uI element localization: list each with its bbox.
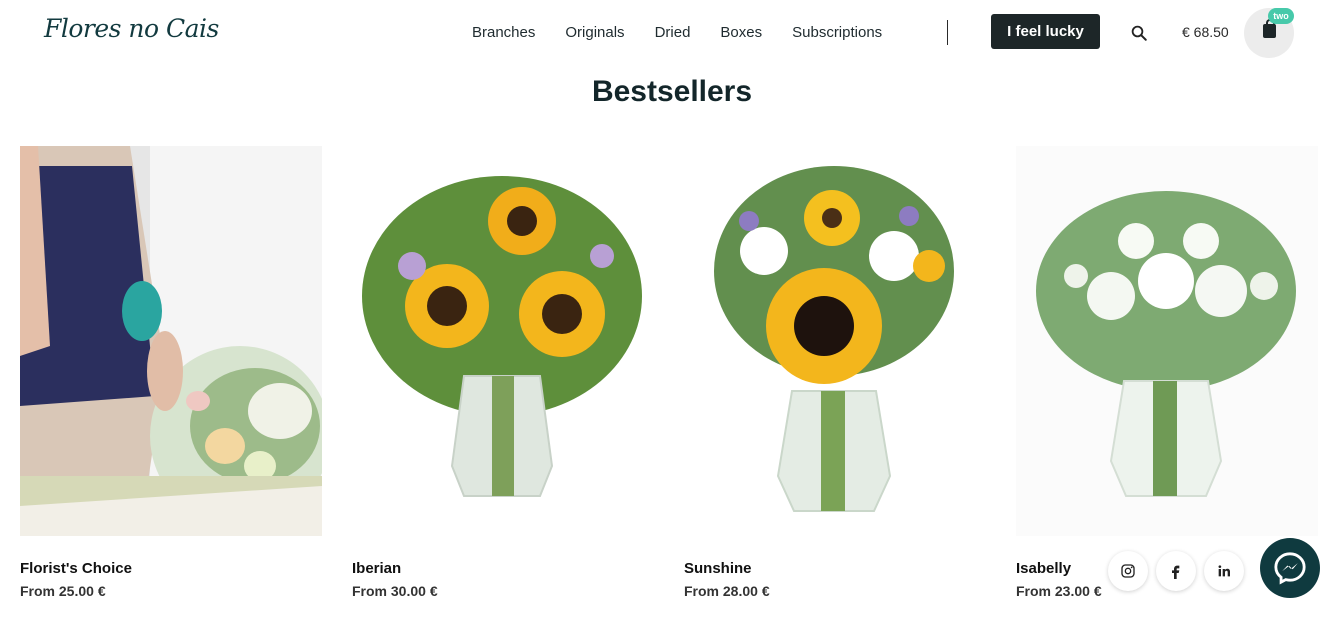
- linkedin-icon[interactable]: [1204, 551, 1244, 591]
- product-price: From 25.00 €: [20, 583, 106, 599]
- product-image[interactable]: [20, 146, 330, 536]
- site-logo[interactable]: Flores no Cais: [44, 14, 219, 43]
- cart-total: € 68.50: [1182, 24, 1229, 40]
- main-nav: Branches Originals Dried Boxes Subscript…: [472, 24, 912, 41]
- product-price: From 23.00 €: [1016, 583, 1102, 599]
- product-card[interactable]: Sunshine From 28.00 €: [684, 146, 986, 599]
- nav-branches[interactable]: Branches: [472, 24, 535, 41]
- cart-button[interactable]: two: [1244, 8, 1294, 58]
- product-card[interactable]: Florist's Choice From 25.00 €: [20, 146, 330, 599]
- nav-boxes[interactable]: Boxes: [720, 24, 762, 41]
- product-price: From 28.00 €: [684, 583, 770, 599]
- nav-dried[interactable]: Dried: [655, 24, 691, 41]
- product-price: From 30.00 €: [352, 583, 438, 599]
- product-card[interactable]: Isabelly From 23.00 €: [1016, 146, 1318, 599]
- i-feel-lucky-button[interactable]: I feel lucky: [991, 14, 1100, 49]
- cart-count-badge: two: [1268, 8, 1294, 24]
- product-name[interactable]: Sunshine: [684, 560, 752, 577]
- product-grid: Florist's Choice From 25.00 € Iberian Fr…: [20, 146, 1320, 606]
- search-icon[interactable]: [1130, 24, 1148, 42]
- nav-divider: [947, 20, 948, 45]
- nav-originals[interactable]: Originals: [565, 24, 624, 41]
- product-image[interactable]: [1016, 146, 1318, 536]
- shopping-bag-icon: [1263, 19, 1276, 38]
- product-image[interactable]: [352, 146, 654, 536]
- site-header: Flores no Cais Branches Originals Dried …: [0, 0, 1344, 66]
- product-name[interactable]: Isabelly: [1016, 560, 1071, 577]
- section-title: Bestsellers: [591, 75, 753, 108]
- messenger-icon: [1274, 552, 1306, 585]
- product-name[interactable]: Florist's Choice: [20, 560, 132, 577]
- product-image[interactable]: [684, 146, 986, 536]
- product-name[interactable]: Iberian: [352, 560, 401, 577]
- instagram-icon[interactable]: [1108, 551, 1148, 591]
- messenger-chat-button[interactable]: [1260, 538, 1320, 598]
- nav-subscriptions[interactable]: Subscriptions: [792, 24, 882, 41]
- product-card[interactable]: Iberian From 30.00 €: [352, 146, 654, 599]
- facebook-icon[interactable]: [1156, 551, 1196, 591]
